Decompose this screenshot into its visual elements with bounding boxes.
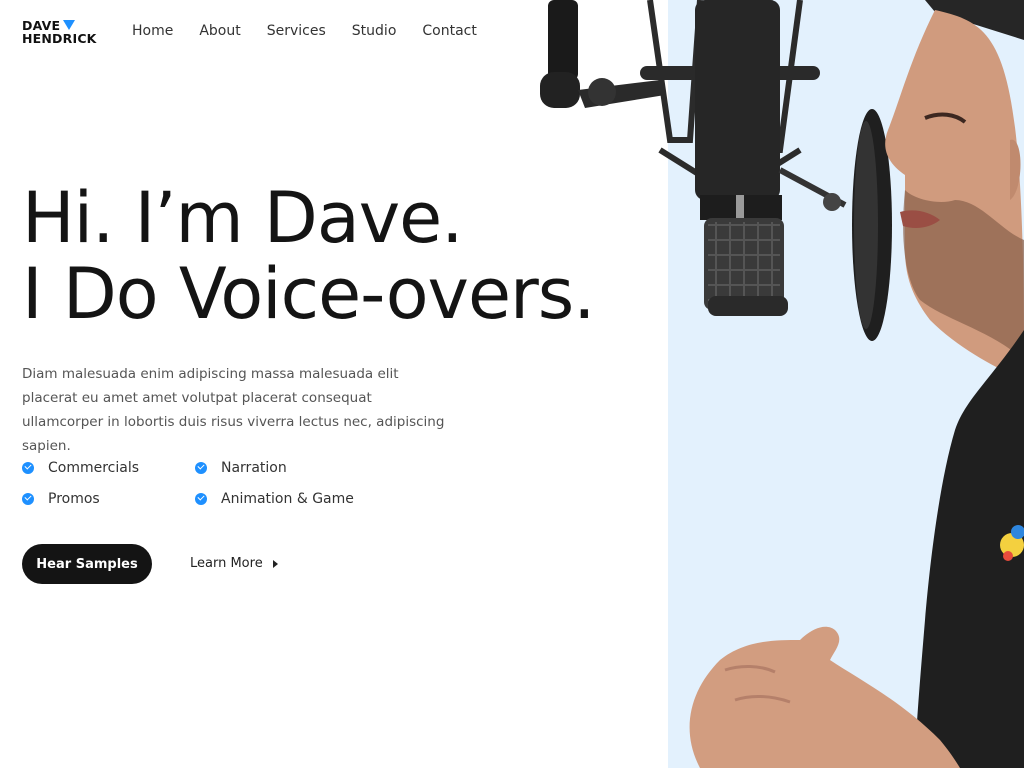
check-circle-icon bbox=[22, 462, 34, 474]
service-item-narration: Narration bbox=[195, 456, 287, 480]
hero-headline: Hi. I’m Dave. I Do Voice-overs. bbox=[22, 180, 662, 332]
nav-item-studio[interactable]: Studio bbox=[352, 22, 397, 40]
mic-stand bbox=[548, 0, 578, 80]
service-item-commercials: Commercials bbox=[22, 456, 139, 480]
service-label: Animation & Game bbox=[221, 491, 354, 507]
nav-item-services[interactable]: Services bbox=[267, 22, 326, 40]
microphone bbox=[695, 0, 780, 200]
check-circle-icon bbox=[195, 493, 207, 505]
learn-more-link[interactable]: Learn More bbox=[190, 556, 278, 571]
hero-photo bbox=[540, 0, 1024, 768]
brand-logo[interactable]: DAVE HENDRICK bbox=[22, 19, 102, 45]
main-nav: Home About Services Studio Contact bbox=[132, 22, 503, 40]
hear-samples-button[interactable]: Hear Samples bbox=[22, 544, 152, 584]
headline-line-1: Hi. I’m Dave. bbox=[22, 177, 463, 259]
check-circle-icon bbox=[195, 462, 207, 474]
nav-item-home[interactable]: Home bbox=[132, 22, 173, 40]
service-label: Narration bbox=[221, 460, 287, 476]
logo-last-name: HENDRICK bbox=[22, 31, 97, 46]
service-item-animation-game: Animation & Game bbox=[195, 487, 354, 511]
check-circle-icon bbox=[22, 493, 34, 505]
service-item-promos: Promos bbox=[22, 487, 100, 511]
caret-right-icon bbox=[272, 559, 278, 568]
nav-item-contact[interactable]: Contact bbox=[422, 22, 476, 40]
headline-line-2: I Do Voice-overs. bbox=[22, 253, 596, 335]
learn-more-label: Learn More bbox=[190, 556, 263, 571]
logo-triangle-icon bbox=[63, 20, 75, 30]
nav-item-about[interactable]: About bbox=[199, 22, 240, 40]
service-label: Promos bbox=[48, 491, 100, 507]
service-label: Commercials bbox=[48, 460, 140, 476]
hero-intro-text: Diam malesuada enim adipiscing massa mal… bbox=[22, 366, 445, 454]
